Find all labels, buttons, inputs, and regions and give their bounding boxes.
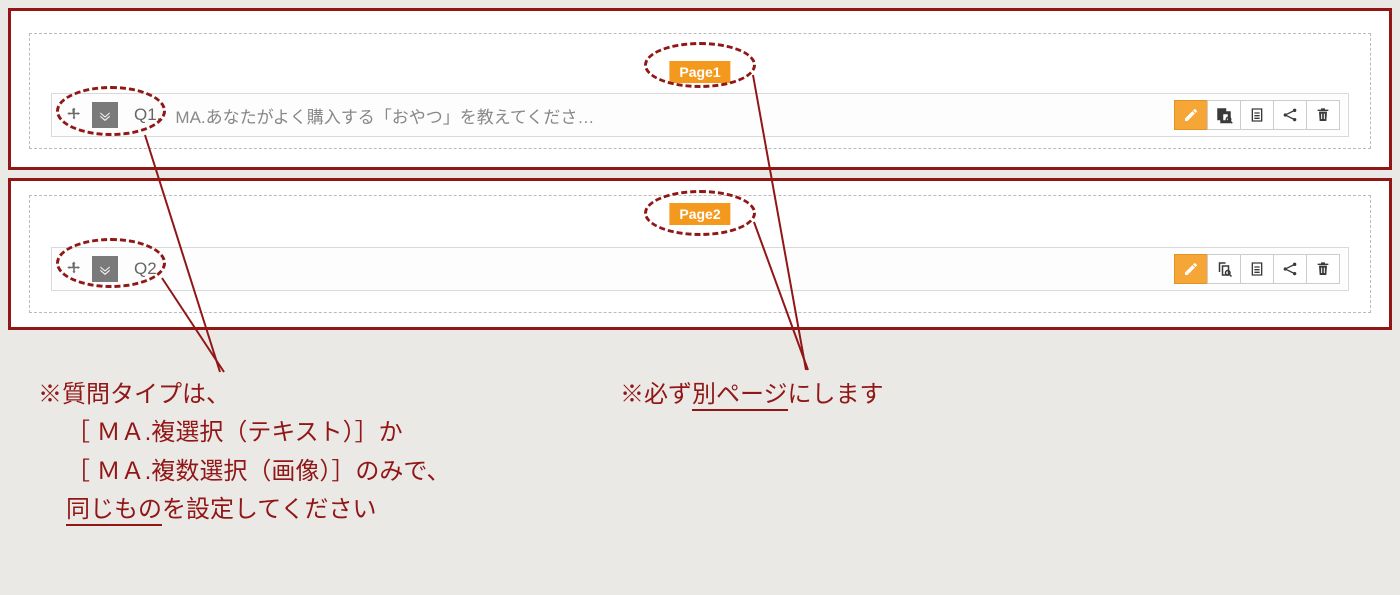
question-number: Q1. bbox=[134, 105, 161, 125]
question-number: Q2. bbox=[134, 259, 161, 279]
branch-button[interactable] bbox=[1273, 100, 1307, 130]
note-left: ※質問タイプは、 ［ ＭＡ.複選択（テキスト）］か ［ ＭＡ.複数選択（画像）］… bbox=[38, 376, 450, 530]
drag-icon[interactable] bbox=[62, 103, 86, 127]
delete-button[interactable] bbox=[1306, 100, 1340, 130]
note-left-line3: ［ ＭＡ.複数選択（画像）］のみで、 bbox=[38, 458, 450, 485]
delete-button[interactable] bbox=[1306, 254, 1340, 284]
note-left-line1: ※質問タイプは、 bbox=[38, 381, 230, 408]
page-panel-1: Page1 Q1. MA.あなたがよく購入する「おやつ」を教えてくださ… bbox=[8, 8, 1392, 170]
note-right: ※必ず別ページにします bbox=[620, 376, 884, 414]
note-left-line4: 同じものを設定してください bbox=[38, 496, 377, 523]
row-actions bbox=[1175, 254, 1340, 284]
question-type-icon[interactable] bbox=[92, 256, 118, 282]
memo-button[interactable] bbox=[1240, 100, 1274, 130]
question-row-1[interactable]: Q1. MA.あなたがよく購入する「おやつ」を教えてくださ… bbox=[51, 93, 1349, 137]
question-row-2[interactable]: Q2. bbox=[51, 247, 1349, 291]
row-actions bbox=[1175, 100, 1340, 130]
page-badge-2: Page2 bbox=[669, 203, 730, 225]
drag-icon[interactable] bbox=[62, 257, 86, 281]
edit-button[interactable] bbox=[1174, 254, 1208, 284]
note-left-line2: ［ ＭＡ.複選択（テキスト）］か bbox=[38, 419, 403, 446]
edit-button[interactable] bbox=[1174, 100, 1208, 130]
memo-button[interactable] bbox=[1240, 254, 1274, 284]
preview-button[interactable] bbox=[1207, 254, 1241, 284]
page-badge-1: Page1 bbox=[669, 61, 730, 83]
question-text: MA.あなたがよく購入する「おやつ」を教えてくださ… bbox=[175, 103, 594, 128]
preview-button[interactable] bbox=[1207, 100, 1241, 130]
question-type-icon[interactable] bbox=[92, 102, 118, 128]
branch-button[interactable] bbox=[1273, 254, 1307, 284]
page-panel-2: Page2 Q2. bbox=[8, 178, 1392, 330]
